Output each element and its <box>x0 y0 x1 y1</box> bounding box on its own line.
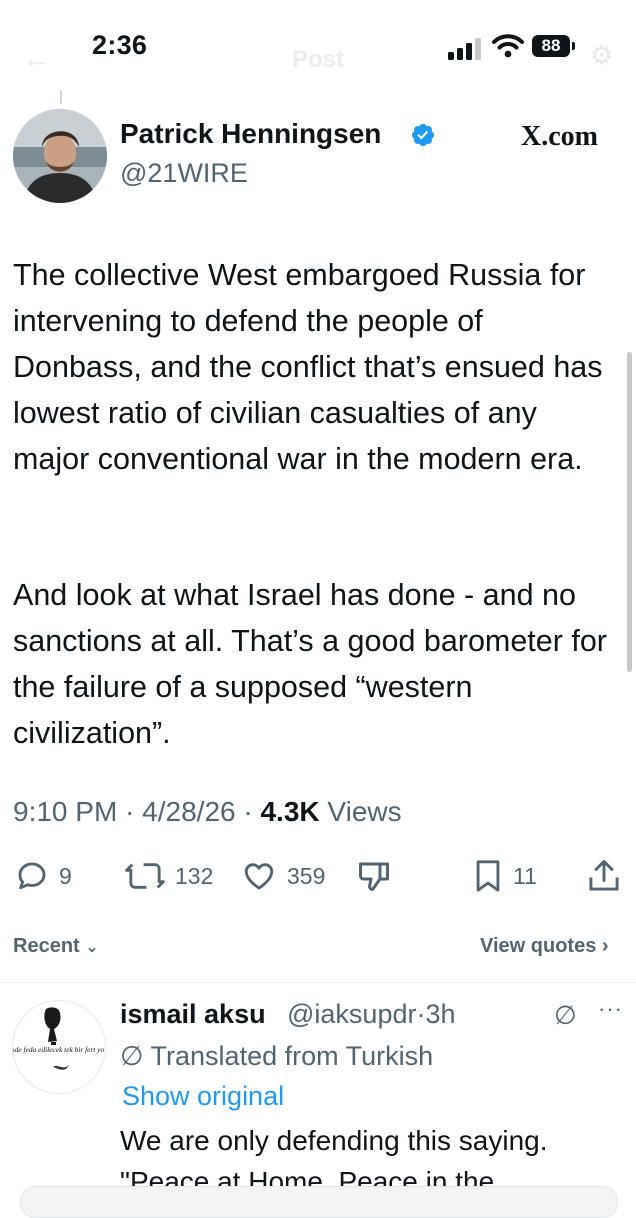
wifi-icon <box>492 34 524 58</box>
reply-avatar[interactable]: nde feda edilecek tek bir fert yo <box>12 1000 106 1094</box>
tweet-time[interactable]: 9:10 PM <box>13 796 117 827</box>
author-photo <box>13 109 107 203</box>
share-icon <box>589 859 619 891</box>
status-time: 2:36 <box>92 30 148 60</box>
more-options-icon[interactable]: ··· <box>598 996 623 1022</box>
reply-author-name[interactable]: ismail aksu <box>120 999 266 1030</box>
tweet-paragraph: And look at what Israel has done - and n… <box>13 578 607 750</box>
author-handle[interactable]: @21WIRE <box>120 158 248 189</box>
views-label: Views <box>327 796 402 827</box>
reply-icon <box>18 862 46 890</box>
verified-badge-icon <box>411 123 435 147</box>
divider <box>0 982 636 983</box>
tweet-date[interactable]: 4/28/26 <box>142 796 235 827</box>
repost-button[interactable]: 132 <box>125 856 213 896</box>
chevron-down-icon: ⌄ <box>85 939 99 956</box>
bookmark-icon <box>476 860 500 892</box>
author-name[interactable]: Patrick Henningsen <box>120 118 381 150</box>
cellular-signal-icon <box>448 38 481 60</box>
repost-count: 132 <box>175 862 214 889</box>
back-arrow-icon[interactable]: ← <box>22 42 52 76</box>
reply-input-bar[interactable] <box>20 1186 618 1218</box>
views-count[interactable]: 4.3K <box>260 796 319 827</box>
heart-icon <box>244 863 274 890</box>
nav-title: Post <box>292 46 345 73</box>
thumbs-down-icon <box>359 862 389 891</box>
sort-recent-dropdown[interactable]: Recent ⌄ <box>13 935 99 958</box>
reply-author-handle: @iaksupdr <box>287 999 417 1029</box>
like-button[interactable]: 359 <box>241 856 325 896</box>
share-button[interactable] <box>588 856 620 896</box>
translate-icon: ∅ <box>120 1041 144 1071</box>
tweet-meta: 9:10 PM · 4/28/26 · 4.3K Views <box>13 796 402 827</box>
like-count: 359 <box>287 862 326 889</box>
source-label: X.com <box>521 121 598 152</box>
grok-icon[interactable]: ∅ <box>554 1000 577 1031</box>
reply-text: We are only defending this saying. <box>120 1125 548 1156</box>
bookmark-count: 11 <box>513 862 537 889</box>
reply-button[interactable]: 9 <box>15 856 72 896</box>
thread-line <box>60 90 62 104</box>
repost-icon <box>125 863 165 889</box>
reply-time: 3h <box>425 999 456 1029</box>
author-avatar[interactable] <box>13 109 107 203</box>
chevron-right-icon: › <box>601 935 609 957</box>
bookmark-button[interactable]: 11 <box>473 856 537 896</box>
reply-avatar-caption: nde feda edilecek tek bir fert yo <box>12 1045 105 1054</box>
battery-level: 88 <box>541 36 561 55</box>
reply-handle-line[interactable]: @iaksupdr·3h <box>287 999 456 1030</box>
dislike-button[interactable] <box>356 856 392 896</box>
tweet-paragraph: The collective West embargoed Russia for… <box>13 258 603 476</box>
scrollbar[interactable] <box>627 352 632 672</box>
show-original-link[interactable]: Show original <box>122 1081 284 1112</box>
translated-label: ∅ Translated from Turkish <box>120 1041 434 1071</box>
battery-icon: 88 <box>532 35 576 59</box>
view-quotes-link[interactable]: View quotes › <box>480 935 609 958</box>
reply-count: 9 <box>59 862 72 889</box>
settings-icon[interactable]: ⚙ <box>590 40 613 71</box>
